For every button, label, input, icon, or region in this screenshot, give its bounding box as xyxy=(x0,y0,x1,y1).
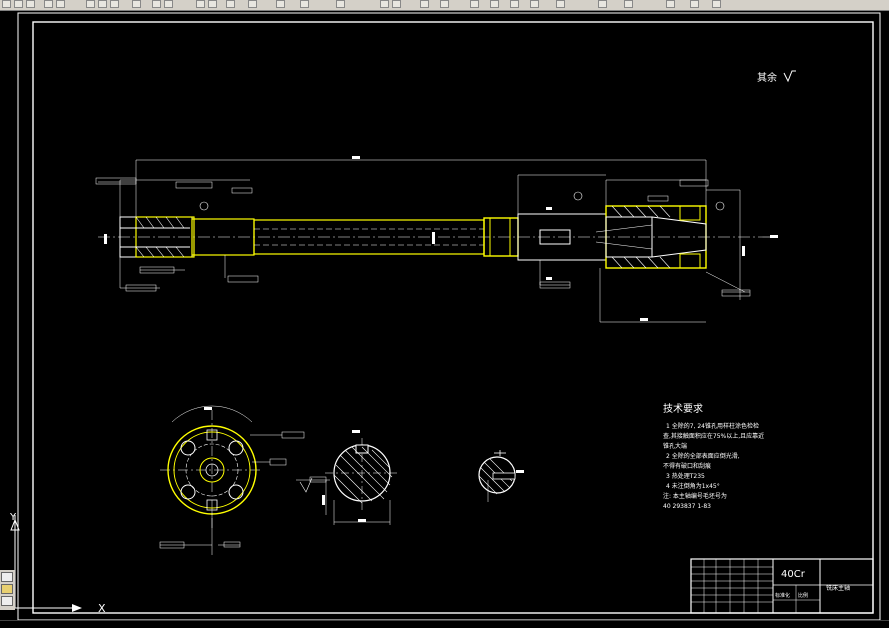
tech-req-line-9: 40 293837 1-83 xyxy=(663,503,711,510)
ortho-icon[interactable] xyxy=(690,0,699,8)
sun-icon[interactable] xyxy=(440,0,449,8)
tool-palette-icon[interactable] xyxy=(336,0,345,8)
help-icon[interactable] xyxy=(598,0,607,8)
polar-icon[interactable] xyxy=(712,0,721,8)
draw-tool-icon[interactable] xyxy=(1,572,13,582)
side-toolbar xyxy=(0,570,15,610)
ucs-axis-icon: Y X xyxy=(9,512,106,615)
ucs-x-label: X xyxy=(98,602,106,615)
tech-req-title: 技术要求 xyxy=(663,402,703,415)
grid-icon[interactable] xyxy=(624,0,633,8)
surface-finish-note: 其余 xyxy=(757,71,777,84)
color-icon[interactable] xyxy=(490,0,499,8)
cut-icon[interactable] xyxy=(86,0,95,8)
command-line[interactable] xyxy=(0,620,889,628)
tech-req-line-3: 锥孔大端 xyxy=(663,442,687,450)
frame-border xyxy=(32,21,874,614)
copy-icon[interactable] xyxy=(98,0,107,8)
flange-end-view xyxy=(159,405,305,555)
preview-icon[interactable] xyxy=(56,0,65,8)
tech-req-line-8: 注: 本主轴编号毛坯号为 xyxy=(663,492,727,500)
save-icon[interactable] xyxy=(26,0,35,8)
tech-req-line-6: 3 热处理T235 xyxy=(666,472,705,480)
folder-tool-icon[interactable] xyxy=(1,584,13,594)
layer-icon[interactable] xyxy=(380,0,389,8)
new-file-icon[interactable] xyxy=(2,0,11,8)
section-view-keyway xyxy=(296,430,400,525)
tech-req-line-1: 1 全除的7, 24锥孔用样柱涂色检检 xyxy=(666,422,759,430)
technical-requirements: 技术要求 1 全除的7, 24锥孔用样柱涂色检检 查,其接触面积应在75%以上,… xyxy=(663,402,764,510)
tech-req-line-7: 4 未注倒角为1x45° xyxy=(666,482,720,490)
title-block-cell-a: 标准化 xyxy=(775,592,790,599)
roughness-symbol-icon xyxy=(783,70,796,83)
light-bulb-icon[interactable] xyxy=(420,0,429,8)
paste-icon[interactable] xyxy=(110,0,119,8)
layer-state-icon[interactable] xyxy=(392,0,401,8)
ucs-y-label: Y xyxy=(9,512,17,523)
drawing-canvas[interactable]: 其余 技术要求 1 全除的7, 24锥孔用样柱涂色检检 查,其接触面积应在75%… xyxy=(0,10,889,620)
tech-req-line-4: 2 全除的全部表面应倒光滑, xyxy=(666,452,740,460)
undo-icon[interactable] xyxy=(152,0,161,8)
print-icon[interactable] xyxy=(44,0,53,8)
lock-icon[interactable] xyxy=(470,0,479,8)
match-properties-icon[interactable] xyxy=(132,0,141,8)
cad-window: 其余 技术要求 1 全除的7, 24锥孔用样柱涂色检检 查,其接触面积应在75%… xyxy=(0,0,889,628)
zoom-window-icon[interactable] xyxy=(226,0,235,8)
modify-tool-icon[interactable] xyxy=(1,596,13,606)
zoom-previous-icon[interactable] xyxy=(248,0,257,8)
redo-icon[interactable] xyxy=(164,0,173,8)
pan-icon[interactable] xyxy=(196,0,205,8)
lineweight-icon[interactable] xyxy=(530,0,539,8)
title-block-material: 40Cr xyxy=(781,569,806,580)
section-view-small xyxy=(478,450,524,502)
sheet-border xyxy=(17,12,881,620)
tech-req-line-2: 查,其接触面积应在75%以上,且应靠近 xyxy=(663,432,764,440)
snap-icon[interactable] xyxy=(666,0,675,8)
linetype-icon[interactable] xyxy=(510,0,519,8)
properties-icon[interactable] xyxy=(276,0,285,8)
title-block-part-name: 铣床主轴 xyxy=(826,584,850,592)
title-block-cell-b: 比例 xyxy=(798,592,808,599)
zoom-realtime-icon[interactable] xyxy=(208,0,217,8)
plot-style-icon[interactable] xyxy=(556,0,565,8)
design-center-icon[interactable] xyxy=(300,0,309,8)
open-file-icon[interactable] xyxy=(14,0,23,8)
shaft-main-view xyxy=(95,156,778,323)
tech-req-line-5: 不得有破口和刮痕 xyxy=(663,462,711,470)
